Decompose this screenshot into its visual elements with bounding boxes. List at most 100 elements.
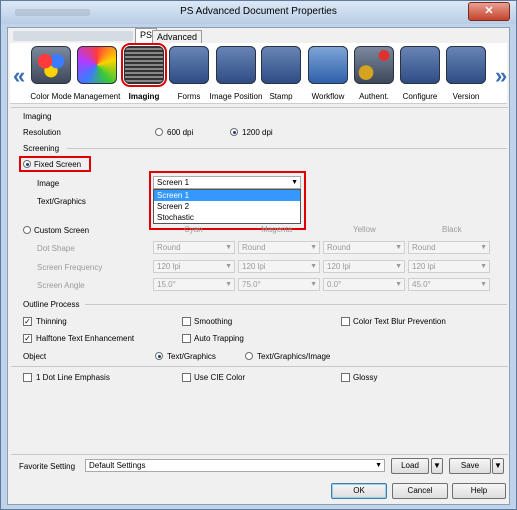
frequency-yellow-select[interactable]: 120 lpi ▼ bbox=[323, 260, 405, 273]
fixed-screen-label: Fixed Screen bbox=[34, 160, 82, 169]
select-value: 15.0° bbox=[157, 280, 176, 289]
chevron-down-icon: ▼ bbox=[480, 263, 487, 270]
object-label: Object bbox=[23, 352, 47, 361]
dropdown-option[interactable]: Screen 1 bbox=[154, 190, 300, 201]
resolution-600-label: 600 dpi bbox=[167, 128, 194, 137]
text-graphics-label: Text/Graphics bbox=[37, 197, 86, 206]
resolution-600-radio[interactable] bbox=[155, 128, 163, 136]
halftone-label: Halftone Text Enhancement bbox=[36, 334, 135, 343]
save-button[interactable]: Save bbox=[449, 458, 491, 474]
ok-button[interactable]: OK bbox=[331, 483, 387, 499]
chevron-down-icon: ▼ bbox=[225, 244, 232, 251]
angle-magenta-select[interactable]: 75.0° ▼ bbox=[238, 278, 320, 291]
help-button[interactable]: Help bbox=[452, 483, 506, 499]
select-value: 45.0° bbox=[412, 280, 431, 289]
load-button[interactable]: Load bbox=[391, 458, 429, 474]
smoothing-checkbox[interactable] bbox=[182, 317, 191, 326]
angle-cyan-select[interactable]: 15.0° ▼ bbox=[153, 278, 235, 291]
color-text-blur-label: Color Text Blur Prevention bbox=[353, 317, 446, 326]
column-yellow: Yellow bbox=[353, 225, 376, 234]
frequency-black-select[interactable]: 120 lpi ▼ bbox=[408, 260, 490, 273]
authentication-icon bbox=[354, 46, 394, 84]
dot-shape-black-select[interactable]: Round ▼ bbox=[408, 241, 490, 254]
favorite-setting-value: Default Settings bbox=[89, 461, 146, 470]
favorite-setting-select[interactable]: Default Settings ▼ bbox=[85, 459, 385, 472]
color-text-blur-checkbox[interactable] bbox=[341, 317, 350, 326]
cancel-button[interactable]: Cancel bbox=[392, 483, 448, 499]
frequency-magenta-select[interactable]: 120 lpi ▼ bbox=[238, 260, 320, 273]
screen-angle-label: Screen Angle bbox=[37, 281, 85, 290]
select-value: 75.0° bbox=[242, 280, 261, 289]
screen-frequency-label: Screen Frequency bbox=[37, 263, 103, 272]
favorite-setting-label: Favorite Setting bbox=[19, 462, 76, 471]
object-text-graphics-image-radio[interactable] bbox=[245, 352, 253, 360]
thinning-checkbox[interactable]: ✓ bbox=[23, 317, 32, 326]
dot-shape-label: Dot Shape bbox=[37, 244, 75, 253]
dropdown-option[interactable]: Screen 2 bbox=[154, 201, 300, 212]
object-text-graphics-image-label: Text/Graphics/Image bbox=[257, 352, 331, 361]
dot-shape-cyan-select[interactable]: Round ▼ bbox=[153, 241, 235, 254]
select-value: Round bbox=[242, 243, 266, 252]
select-value: Round bbox=[157, 243, 181, 252]
chevron-down-icon: ▼ bbox=[225, 281, 232, 288]
tab-advanced[interactable]: Advanced bbox=[152, 30, 203, 44]
category-version[interactable]: Version bbox=[437, 46, 495, 102]
category-label: Version bbox=[452, 92, 480, 101]
color-mode-icon bbox=[31, 46, 71, 84]
dot-shape-magenta-select[interactable]: Round ▼ bbox=[238, 241, 320, 254]
resolution-1200-radio[interactable] bbox=[230, 128, 238, 136]
angle-black-select[interactable]: 45.0° ▼ bbox=[408, 278, 490, 291]
screening-title: Screening bbox=[23, 144, 60, 153]
custom-screen-label: Custom Screen bbox=[34, 226, 90, 235]
auto-trapping-label: Auto Trapping bbox=[194, 334, 244, 343]
resolution-label: Resolution bbox=[23, 128, 61, 137]
chevron-down-icon: ▼ bbox=[310, 263, 317, 270]
object-text-graphics-radio[interactable] bbox=[155, 352, 163, 360]
auto-trapping-checkbox[interactable] bbox=[182, 334, 191, 343]
chevron-down-icon: ▼ bbox=[310, 244, 317, 251]
chevron-down-icon: ▼ bbox=[225, 263, 232, 270]
resolution-1200-label: 1200 dpi bbox=[242, 128, 273, 137]
image-screen-select[interactable]: Screen 1 ▼ bbox=[153, 176, 301, 189]
imaging-icon bbox=[121, 43, 167, 87]
imaging-section-title: Imaging bbox=[23, 112, 52, 121]
save-menu-button[interactable]: ▼ bbox=[492, 458, 504, 474]
select-value: 120 lpi bbox=[327, 262, 351, 271]
stamp-icon bbox=[261, 46, 301, 84]
title-bar: PS Advanced Document Properties ✕ bbox=[1, 1, 516, 24]
image-position-icon bbox=[216, 46, 256, 84]
chevron-down-icon: ▼ bbox=[395, 281, 402, 288]
glossy-checkbox[interactable] bbox=[341, 373, 350, 382]
screen-dropdown-list: Screen 1 Screen 2 Stochastic bbox=[153, 189, 301, 224]
dot-line-checkbox[interactable] bbox=[23, 373, 32, 382]
chevron-down-icon: ▼ bbox=[480, 244, 487, 251]
dropdown-option[interactable]: Stochastic bbox=[154, 212, 300, 223]
chevron-down-icon: ▼ bbox=[480, 281, 487, 288]
thinning-label: Thinning bbox=[36, 317, 67, 326]
halftone-checkbox[interactable]: ✓ bbox=[23, 334, 32, 343]
use-cie-checkbox[interactable] bbox=[182, 373, 191, 382]
column-magenta: Magenta bbox=[261, 225, 293, 234]
column-cyan: Cyan bbox=[184, 225, 203, 234]
dot-shape-yellow-select[interactable]: Round ▼ bbox=[323, 241, 405, 254]
select-value: 0.0° bbox=[327, 280, 342, 289]
forms-icon bbox=[169, 46, 209, 84]
window-title: PS Advanced Document Properties bbox=[180, 6, 337, 17]
load-menu-button[interactable]: ▼ bbox=[431, 458, 443, 474]
configure-icon bbox=[400, 46, 440, 84]
smoothing-label: Smoothing bbox=[194, 317, 233, 326]
image-label: Image bbox=[37, 179, 60, 188]
close-button[interactable]: ✕ bbox=[468, 2, 510, 21]
fixed-screen-radio[interactable] bbox=[23, 160, 31, 168]
divider bbox=[11, 366, 508, 367]
workflow-icon bbox=[308, 46, 348, 84]
glossy-label: Glossy bbox=[353, 373, 378, 382]
angle-yellow-select[interactable]: 0.0° ▼ bbox=[323, 278, 405, 291]
dot-line-label: 1 Dot Line Emphasis bbox=[36, 373, 110, 382]
outline-process-title: Outline Process bbox=[23, 300, 80, 309]
divider bbox=[67, 148, 507, 149]
frequency-cyan-select[interactable]: 120 lpi ▼ bbox=[153, 260, 235, 273]
use-cie-label: Use CIE Color bbox=[194, 373, 246, 382]
custom-screen-radio[interactable] bbox=[23, 226, 31, 234]
scroll-right-arrow[interactable]: » bbox=[495, 63, 507, 89]
